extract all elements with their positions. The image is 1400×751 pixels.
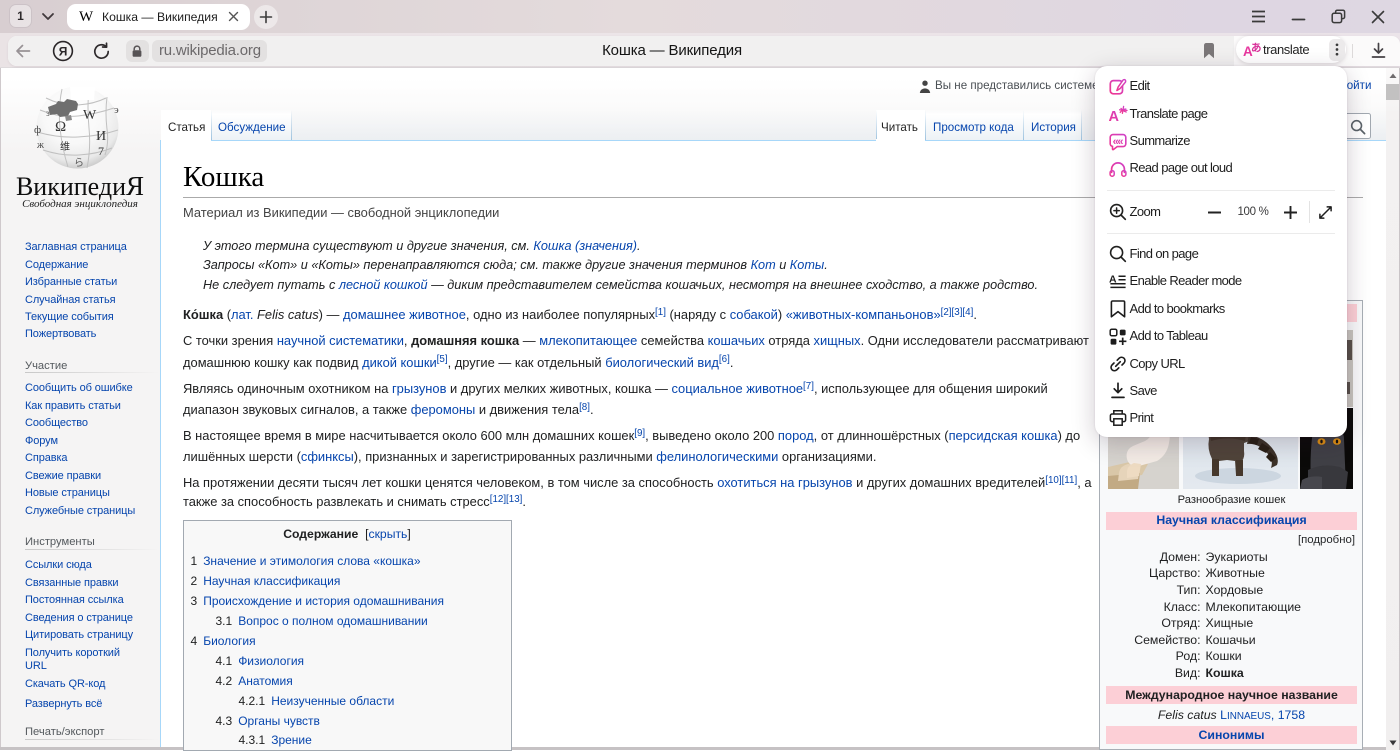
svg-text:ж: ж [36,140,44,151]
svg-text:あ: あ [1251,41,1262,54]
svg-text:э: э [114,104,119,116]
svg-text:«: « [1117,136,1123,148]
svg-text:W: W [83,108,97,123]
svg-text:7: 7 [98,144,104,158]
svg-text:Ω: Ω [55,119,66,135]
svg-text:ら: ら [74,157,84,169]
svg-text:维: 维 [60,140,70,153]
svg-text:И: И [96,129,106,144]
svg-text:ф: ф [34,124,41,136]
svg-text:ɜ: ɜ [46,108,50,118]
svg-text:A: A [1109,109,1120,123]
